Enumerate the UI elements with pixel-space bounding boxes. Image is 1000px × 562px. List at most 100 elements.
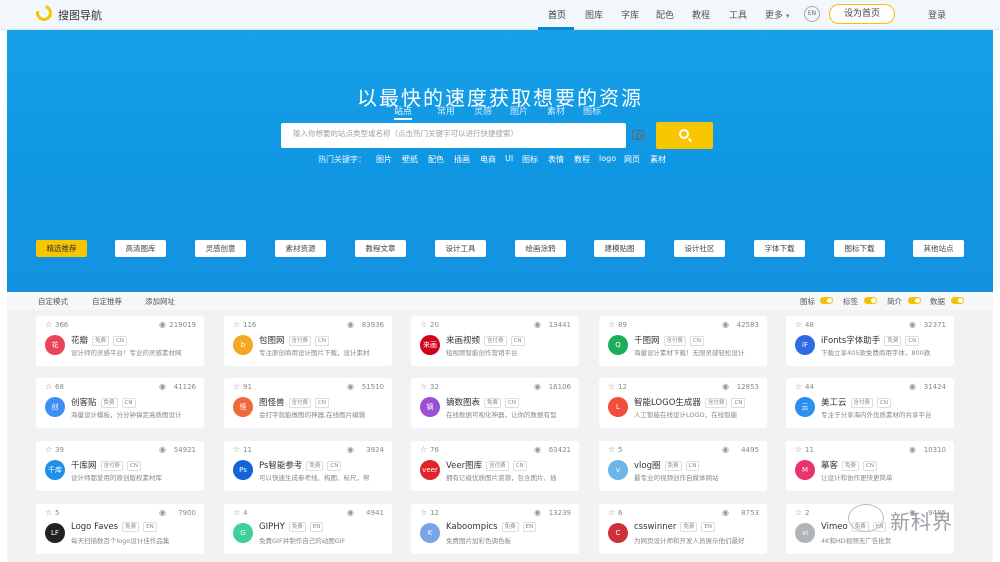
nav-more[interactable]: 更多 ▾ xyxy=(765,8,790,21)
star-icon[interactable]: ☆ xyxy=(45,382,52,391)
hot-keyword[interactable]: 素材 xyxy=(650,154,666,165)
site-card[interactable]: ☆ 76 ◉ 63421 veer Veer图库 含付费 CN 拥有亿级优质图片资源，包含图片、… xyxy=(411,441,579,491)
hot-keyword[interactable]: UI xyxy=(505,154,513,163)
search-tab-images[interactable]: 图片 xyxy=(510,104,528,117)
site-card[interactable]: ☆ 12 ◉ 13239 K Kaboompics 免费 EN 免费图片加彩色调色板 xyxy=(411,504,579,554)
star-icon[interactable]: ☆ xyxy=(795,445,802,454)
toggle-data-switch[interactable] xyxy=(951,297,964,304)
set-homepage-button[interactable]: 设为首页 xyxy=(829,4,895,24)
custom-mode-link[interactable]: 自定模式 xyxy=(38,296,68,307)
star-icon[interactable]: ☆ xyxy=(608,445,615,454)
login-link[interactable]: 登录 xyxy=(928,8,946,21)
site-name[interactable]: Logo Faves xyxy=(71,522,118,532)
hot-keyword[interactable]: 壁纸 xyxy=(402,154,418,165)
site-logo-text[interactable]: 搜图导航 xyxy=(58,7,102,23)
search-tab-inspiration[interactable]: 灵感 xyxy=(474,104,492,117)
site-card[interactable]: ☆ 44 ◉ 31424 云美工云 含付费 CN 专注于分享海内外优质素材的共享平台 xyxy=(786,378,954,428)
hot-keyword[interactable]: 图片 xyxy=(376,154,392,165)
hot-keyword[interactable]: 图标 xyxy=(522,154,538,165)
site-name[interactable]: 镝数图表 xyxy=(446,398,480,408)
star-icon[interactable]: ☆ xyxy=(608,508,615,517)
site-card[interactable]: ☆ 11 ◉ 3924 Ps Ps智能参考 免费 CN 可以快速生成参考线、构图、标尺，帮 xyxy=(224,441,392,491)
star-icon[interactable]: ☆ xyxy=(420,508,427,517)
site-name[interactable]: Kaboompics xyxy=(446,522,498,532)
star-icon[interactable]: ☆ xyxy=(233,382,240,391)
nav-colors[interactable]: 配色 xyxy=(656,8,674,21)
star-icon[interactable]: ☆ xyxy=(795,320,802,329)
site-name[interactable]: 千图网 xyxy=(634,336,660,346)
site-card[interactable]: ☆ 89 ◉ 42583 Q 千图网 含付费 CN 海量设计素材下载！无限灵感轻松设计 xyxy=(599,316,767,366)
hot-keyword[interactable]: 教程 xyxy=(574,154,590,165)
category-modeling[interactable]: 建模贴图 xyxy=(594,240,645,257)
toggle-icon-switch[interactable] xyxy=(820,297,833,304)
star-icon[interactable]: ☆ xyxy=(608,382,615,391)
category-resources[interactable]: 素材资源 xyxy=(275,240,326,257)
hot-keyword[interactable]: 电商 xyxy=(480,154,496,165)
nav-tools[interactable]: 工具 xyxy=(729,8,747,21)
star-icon[interactable]: ☆ xyxy=(420,382,427,391)
star-icon[interactable]: ☆ xyxy=(608,320,615,329)
language-toggle[interactable]: EN xyxy=(804,6,820,22)
star-icon[interactable]: ☆ xyxy=(420,320,427,329)
star-icon[interactable]: ☆ xyxy=(45,508,52,517)
site-name[interactable]: 图怪兽 xyxy=(259,398,285,408)
site-card[interactable]: ☆ 5 ◉ 4495 v vlog圈 免费 CN 最专业的视频创作自媒体网站 xyxy=(599,441,767,491)
site-name[interactable]: 美工云 xyxy=(821,398,847,408)
category-featured[interactable]: 精选推荐 xyxy=(36,240,87,257)
site-card[interactable]: ☆ 91 ◉ 51510 怪图怪兽 含付费 CN 会打字就能做图的神器,在线图片编辑 xyxy=(224,378,392,428)
star-icon[interactable]: ☆ xyxy=(420,445,427,454)
site-card[interactable]: ☆ 68 ◉ 41126 创创客贴 免费 CN 海量设计模板，分分钟搞定高质图设计 xyxy=(36,378,204,428)
site-card[interactable]: ☆ 4 ◉ 4941 G GIPHY 免费 EN 免费GIF并制作自己的动图GIF xyxy=(224,504,392,554)
nav-home[interactable]: 首页 xyxy=(548,8,566,21)
search-tab-common[interactable]: 常用 xyxy=(437,104,455,117)
site-name[interactable]: 千库网 xyxy=(71,461,97,471)
category-inspiration[interactable]: 灵感创意 xyxy=(195,240,246,257)
site-card[interactable]: ☆ 6 ◉ 8753 Ccsswinner 免费 EN 为网页设计师和开发人员展示他们最好 xyxy=(599,504,767,554)
site-name[interactable]: iFonts字体助手 xyxy=(821,336,880,346)
category-painting[interactable]: 绘画涂鸦 xyxy=(515,240,566,257)
site-card[interactable]: ☆ 39 ◉ 54921 千库 千库网 含付费 CN 设计师都爱用的原创版权素材库 xyxy=(36,441,204,491)
star-icon[interactable]: ☆ xyxy=(45,445,52,454)
category-others[interactable]: 其他站点 xyxy=(913,240,964,257)
hot-keyword[interactable]: 配色 xyxy=(428,154,444,165)
site-name[interactable]: csswinner xyxy=(634,522,676,532)
hot-keyword[interactable]: 插画 xyxy=(454,154,470,165)
nav-fonts[interactable]: 字库 xyxy=(621,8,639,21)
search-input[interactable] xyxy=(293,129,613,138)
site-card[interactable]: ☆ 116 ◉ 83936 b 包图网 含付费 CN 专注原创商用设计图片下载，设计素材 xyxy=(224,316,392,366)
hot-keyword[interactable]: 表情 xyxy=(548,154,564,165)
site-name[interactable]: 摹客 xyxy=(821,461,838,471)
site-card[interactable]: ☆ 32 ◉ 16106 镝镝数图表 免费 CN 在线数据可视化神器，让你的数据有型 xyxy=(411,378,579,428)
toggle-tag-switch[interactable] xyxy=(864,297,877,304)
hot-keyword[interactable]: 网页 xyxy=(624,154,640,165)
custom-recommend-link[interactable]: 自定推荐 xyxy=(92,296,122,307)
category-hd-gallery[interactable]: 高清图库 xyxy=(115,240,166,257)
category-design-tools[interactable]: 设计工具 xyxy=(435,240,486,257)
site-name[interactable]: vlog圈 xyxy=(634,461,661,471)
site-card[interactable]: ☆ 20 ◉ 13441 来画 来画视频 含付费 CN 短视频智能创作营销平台 xyxy=(411,316,579,366)
star-icon[interactable]: ☆ xyxy=(45,320,52,329)
site-name[interactable]: 来画视频 xyxy=(446,336,480,346)
category-font-download[interactable]: 字体下载 xyxy=(754,240,805,257)
nav-gallery[interactable]: 图库 xyxy=(585,8,603,21)
site-name[interactable]: 智能LOGO生成器 xyxy=(634,398,701,408)
category-icon-download[interactable]: 图标下载 xyxy=(834,240,885,257)
site-name[interactable]: 创客贴 xyxy=(71,398,97,408)
site-name[interactable]: 花瓣 xyxy=(71,336,88,346)
nav-tutorials[interactable]: 教程 xyxy=(692,8,710,21)
star-icon[interactable]: ☆ xyxy=(795,382,802,391)
camera-icon[interactable] xyxy=(632,130,644,140)
star-icon[interactable]: ☆ xyxy=(233,320,240,329)
site-card[interactable]: ☆ 48 ◉ 32371 iF iFonts字体助手 免费 CN 下载立享405款免费商用字体，… xyxy=(786,316,954,366)
star-icon[interactable]: ☆ xyxy=(795,508,802,517)
search-tab-materials[interactable]: 素材 xyxy=(547,104,565,117)
site-card[interactable]: ☆ 11 ◉ 10310 M 摹客 免费 CN 让设计和协作更快更简单 xyxy=(786,441,954,491)
search-tab-icons[interactable]: 图标 xyxy=(583,104,601,117)
site-card[interactable]: ☆ 366 ◉ 219019 花花瓣 免费 CN 设计师的灵感平台！专业的灵感素材网 xyxy=(36,316,204,366)
site-name[interactable]: GIPHY xyxy=(259,522,285,532)
hot-keyword[interactable]: logo xyxy=(599,154,616,163)
site-name[interactable]: 包图网 xyxy=(259,336,285,346)
category-articles[interactable]: 教程文章 xyxy=(355,240,406,257)
site-name[interactable]: Ps智能参考 xyxy=(259,461,302,471)
star-icon[interactable]: ☆ xyxy=(233,445,240,454)
